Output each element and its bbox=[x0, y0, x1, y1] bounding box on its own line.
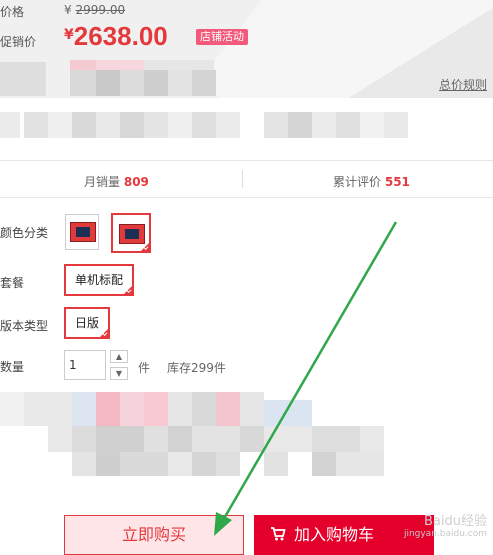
selected-check-icon bbox=[123, 285, 133, 295]
promo-badge: 店铺活动 bbox=[196, 29, 248, 45]
buy-now-button[interactable]: 立即购买 bbox=[64, 515, 244, 555]
chevron-down-icon: ▼ bbox=[115, 369, 123, 378]
product-thumbnail bbox=[70, 222, 96, 242]
promo-price: ¥2638.00 bbox=[64, 21, 168, 51]
original-price: ¥ 2999.00 bbox=[64, 3, 126, 17]
package-label: 套餐 bbox=[0, 276, 25, 290]
quantity-unit: 件 bbox=[138, 361, 151, 375]
reviews-count: 551 bbox=[384, 175, 410, 189]
original-price-value: 2999.00 bbox=[75, 3, 126, 17]
divider bbox=[242, 170, 243, 188]
total-price-rules-link[interactable]: 总价规则 bbox=[439, 76, 487, 93]
promo-price-label: 促销价 bbox=[0, 35, 37, 49]
cumulative-reviews[interactable]: 累计评价 551 bbox=[333, 173, 410, 190]
blurred-area bbox=[0, 62, 46, 96]
add-to-cart-label: 加入购物车 bbox=[294, 525, 375, 544]
package-option-selected[interactable]: 单机标配 bbox=[64, 264, 134, 296]
color-label: 颜色分类 bbox=[0, 226, 49, 240]
sales-stats-bar: 月销量 809 累计评价 551 bbox=[0, 160, 493, 198]
stock-count: 库存299件 bbox=[167, 361, 226, 375]
version-option-label: 日版 bbox=[74, 316, 99, 330]
version-label: 版本类型 bbox=[0, 319, 49, 333]
chevron-up-icon: ▲ bbox=[115, 352, 123, 361]
color-option-2-selected[interactable] bbox=[111, 213, 151, 253]
selected-check-icon bbox=[99, 328, 109, 338]
product-thumbnail bbox=[119, 224, 145, 244]
promo-price-value: 2638.00 bbox=[73, 21, 168, 51]
version-option-selected[interactable]: 日版 bbox=[64, 307, 110, 339]
quantity-label: 数量 bbox=[0, 360, 25, 374]
quantity-decrease-button[interactable]: ▼ bbox=[110, 367, 128, 380]
quantity-increase-button[interactable]: ▲ bbox=[110, 350, 128, 363]
price-panel: 价格 ¥ 2999.00 促销价 ¥2638.00 店铺活动 总价规则 bbox=[0, 0, 493, 98]
monthly-sales: 月销量 809 bbox=[84, 175, 149, 189]
shopping-cart-icon bbox=[271, 527, 286, 541]
selected-check-icon bbox=[140, 242, 150, 252]
color-option-1[interactable] bbox=[65, 214, 99, 250]
quantity-input[interactable]: 1 bbox=[64, 350, 106, 380]
baidu-watermark: Baidu经验 jingyan.baidu.com bbox=[403, 514, 487, 539]
package-option-label: 单机标配 bbox=[74, 273, 123, 287]
monthly-sales-value: 809 bbox=[123, 175, 149, 189]
original-price-label: 价格 bbox=[0, 5, 25, 19]
